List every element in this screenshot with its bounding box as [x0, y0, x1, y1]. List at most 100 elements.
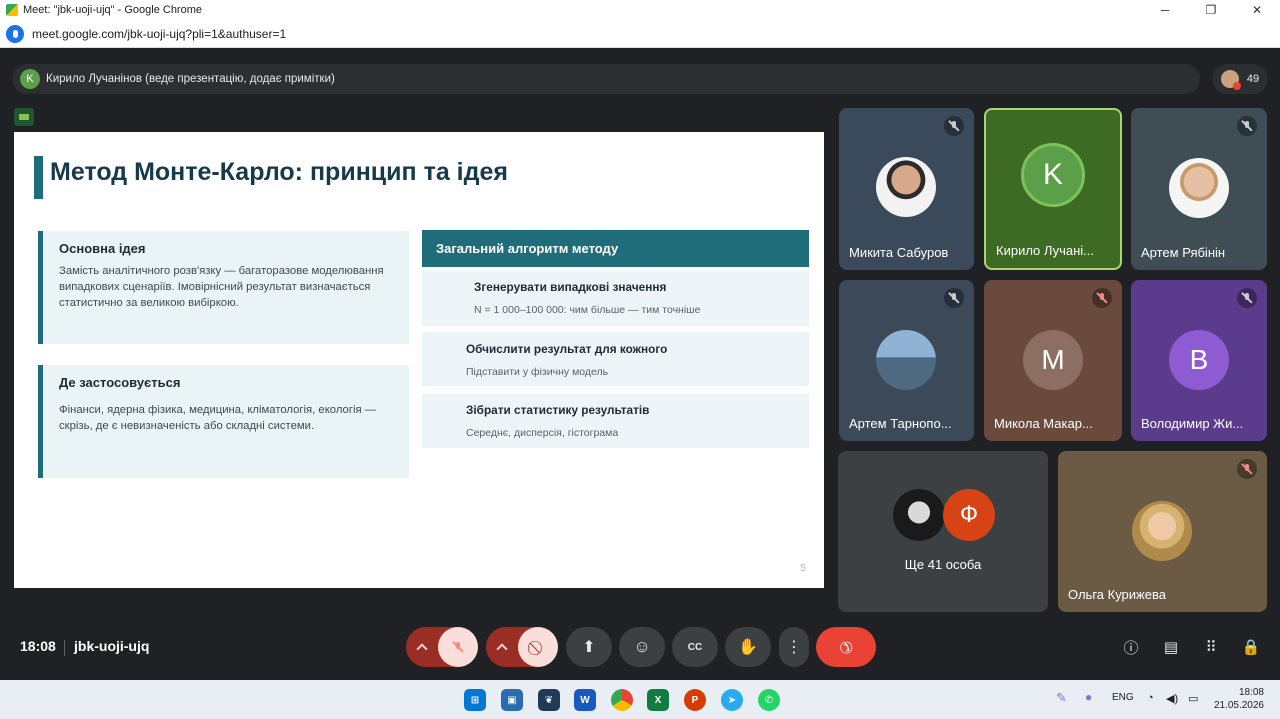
mic-toggle-button[interactable] [438, 627, 478, 667]
store-icon[interactable]: ▣ [501, 689, 523, 711]
taskbar-clock[interactable]: 18:08 21.05.2026 [1214, 686, 1264, 712]
participants-count: 49 [1246, 73, 1260, 85]
more-options-button[interactable]: ⋮ [779, 627, 809, 667]
url-text[interactable]: meet.google.com/jbk-uoji-ujq?pli=1&authu… [32, 27, 286, 41]
divider [64, 640, 65, 656]
leaf-app-icon[interactable]: ❦ [538, 689, 560, 711]
windows-taskbar: ⊞ ▣ ❦ W X P ➤ ✆ ✎ ● ENG ◔ ◀) ▭ 18:08 21.… [0, 680, 1280, 719]
participant-tile[interactable]: Артем Тарнопо... [839, 280, 974, 441]
telegram-icon[interactable]: ➤ [721, 689, 743, 711]
address-bar[interactable]: meet.google.com/jbk-uoji-ujq?pli=1&authu… [0, 20, 1280, 48]
maximize-button[interactable]: ❐ [1188, 0, 1234, 20]
leave-call-button[interactable]: ✆ [816, 627, 876, 667]
usage-card: Де застосовується Фінанси, ядерна фізика… [38, 365, 409, 478]
chrome-icon[interactable] [611, 689, 633, 711]
word-icon[interactable]: W [574, 689, 596, 711]
wifi-icon[interactable]: ◔ [1147, 692, 1154, 704]
participant-tile[interactable]: Ольга Курижева [1058, 451, 1267, 612]
excel-icon[interactable]: X [647, 689, 669, 711]
presentation-slide: Метод Монте-Карло: принцип та ідея Основ… [14, 132, 824, 588]
step-desc: Підставити у фізичну модель [466, 366, 609, 378]
algorithm-step: Зібрати статистику результатів Середнє, … [422, 394, 809, 448]
muted-mic-icon [1092, 288, 1112, 308]
info-icon: ⓘ [1123, 639, 1139, 657]
hang-up-icon: ✆ [834, 635, 857, 658]
more-participants-label: Ще 41 особа [904, 557, 982, 572]
presentation-icon [14, 108, 34, 126]
usage-body: Фінанси, ядерна фізика, медицина, клімат… [59, 404, 377, 432]
microphone-icon[interactable]: ● [1085, 690, 1092, 704]
slide-title: Метод Монте-Карло: принцип та ідея [50, 158, 508, 186]
mic-control-group [406, 627, 478, 667]
step-title: Згенерувати випадкові значення [474, 280, 667, 294]
pen-icon[interactable]: ✎ [1056, 690, 1067, 706]
participant-tile[interactable]: Микита Сабуров [839, 108, 974, 270]
camera-toggle-button[interactable]: ⃠ [518, 627, 558, 667]
participant-name: Кирило Лучані... [996, 243, 1094, 258]
raise-hand-button[interactable]: ✋ [725, 627, 771, 667]
more-participants-tile[interactable]: Ф Ще 41 особа [838, 451, 1048, 612]
more-vert-icon: ⋮ [786, 639, 802, 656]
participant-name: Артем Рябінін [1141, 245, 1226, 260]
presenter-avatar: K [20, 69, 40, 89]
mic-options-button[interactable] [406, 641, 438, 655]
volume-icon[interactable]: ◀) [1166, 692, 1178, 705]
participants-button[interactable]: 49 [1212, 64, 1268, 94]
muted-mic-icon [1237, 288, 1257, 308]
idea-body: Замість аналітичного розв'язку — багатор… [59, 265, 384, 309]
participant-avatar: M [1023, 330, 1083, 390]
captions-button[interactable]: CC [672, 627, 718, 667]
chevron-up-icon [496, 643, 508, 655]
chevron-up-icon [416, 643, 428, 655]
participant-tile-speaking[interactable]: K Кирило Лучані... [984, 108, 1122, 270]
participant-photo [876, 157, 936, 217]
participant-photo [1169, 158, 1229, 218]
presenter-text: Кирило Лучанінов (веде презентацію, дода… [46, 73, 335, 85]
apps-grid-icon: ⠿ [1205, 639, 1217, 656]
battery-icon[interactable]: ▭ [1188, 692, 1198, 705]
window-titlebar: Meet: "jbk-uoji-ujq" - Google Chrome ─ ❐… [0, 0, 1280, 20]
participant-name: Микола Макар... [994, 416, 1093, 431]
muted-mic-icon [1237, 116, 1257, 136]
participant-avatar: K [1021, 143, 1085, 207]
algorithm-step: Згенерувати випадкові значення N = 1 000… [422, 270, 809, 326]
activities-button[interactable]: ⠿ [1200, 636, 1222, 658]
participant-name: Володимир Жи... [1141, 416, 1244, 431]
camera-options-button[interactable] [486, 641, 518, 655]
minimize-button[interactable]: ─ [1142, 0, 1188, 20]
idea-title: Основна ідея [59, 241, 146, 256]
participants-avatar-icon [1220, 70, 1241, 90]
usage-title: Де застосовується [59, 375, 181, 390]
algorithm-step: Обчислити результат для кожного Підстави… [422, 332, 809, 386]
meet-favicon-icon [6, 4, 18, 16]
powerpoint-icon[interactable]: P [684, 689, 706, 711]
present-screen-button[interactable]: ⬆ [566, 627, 612, 667]
emoji-icon: ☺ [633, 637, 651, 656]
reactions-button[interactable]: ☺ [619, 627, 665, 667]
chat-icon: ▤ [1163, 639, 1179, 656]
presenter-banner: K Кирило Лучанінов (веде презентацію, до… [12, 64, 1200, 94]
start-windows-icon[interactable]: ⊞ [464, 689, 486, 711]
host-controls-button[interactable]: 🔒 [1240, 636, 1262, 658]
step-title: Зібрати статистику результатів [466, 403, 650, 417]
participant-name: Ольга Курижева [1068, 587, 1166, 602]
participant-photo [893, 489, 945, 541]
meet-stage: K Кирило Лучанінов (веде презентацію, до… [0, 48, 1280, 680]
mic-active-icon [6, 24, 24, 43]
participant-tile[interactable]: M Микола Макар... [984, 280, 1122, 441]
lock-person-icon: 🔒 [1241, 639, 1261, 656]
meeting-details-button[interactable]: ⓘ [1120, 636, 1142, 658]
step-desc: N = 1 000–100 000: чим більше — тим точн… [474, 304, 701, 316]
language-indicator[interactable]: ENG [1112, 692, 1134, 703]
algorithm-header: Загальний алгоритм методу [422, 230, 809, 267]
participant-tile[interactable]: Артем Рябінін [1131, 108, 1267, 270]
whatsapp-icon[interactable]: ✆ [758, 689, 780, 711]
muted-mic-icon [1237, 459, 1257, 479]
chat-button[interactable]: ▤ [1160, 636, 1182, 658]
close-button[interactable]: ✕ [1234, 0, 1280, 20]
present-screen-icon: ⬆ [582, 639, 596, 656]
participant-tile[interactable]: B Володимир Жи... [1131, 280, 1267, 441]
window-controls: ─ ❐ ✕ [1142, 0, 1280, 20]
participant-name: Микита Сабуров [849, 245, 949, 260]
taskbar-date: 21.05.2026 [1213, 700, 1264, 711]
